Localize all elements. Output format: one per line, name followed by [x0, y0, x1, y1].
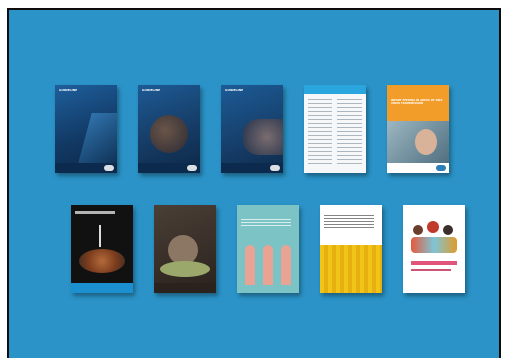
cover-9-yellow — [320, 245, 382, 293]
cover-6-title-line — [75, 211, 115, 214]
cover-6-footer — [71, 283, 133, 293]
cover-5[interactable]: INFANT FEEDING IN AREAS OF ZIKA VIRUS TR… — [387, 85, 449, 173]
cover-9[interactable] — [320, 205, 382, 293]
cover-4-col-left — [308, 99, 332, 165]
cover-1-label: GUIDELINE — [59, 88, 78, 92]
cover-5-baby — [415, 129, 437, 155]
cover-8[interactable] — [237, 205, 299, 293]
cover-10-subtitle — [411, 269, 451, 271]
cover-2[interactable]: GUIDELINE — [138, 85, 200, 173]
cover-7[interactable] — [154, 205, 216, 293]
cover-3[interactable]: GUIDELINE — [221, 85, 283, 173]
who-logo-icon — [187, 165, 197, 171]
cover-10[interactable] — [403, 205, 465, 293]
cover-grid: GUIDELINE GUIDELINE GUIDELINE INFANT FEE… — [9, 10, 499, 358]
cover-4-col-right — [337, 99, 362, 165]
cover-6-bowl — [79, 249, 125, 273]
cover-7-bowl — [160, 261, 210, 277]
cover-8-title — [241, 219, 291, 227]
cover-10-illustration — [411, 237, 457, 253]
gallery-frame: GUIDELINE GUIDELINE GUIDELINE INFANT FEE… — [7, 8, 501, 358]
cover-1-shape — [78, 113, 117, 163]
cover-6-spoon — [99, 225, 101, 247]
cover-6[interactable] — [71, 205, 133, 293]
who-logo-icon — [270, 165, 280, 171]
cover-10-person-1 — [413, 225, 423, 235]
cover-2-photo — [150, 115, 188, 153]
cover-3-label: GUIDELINE — [225, 88, 244, 92]
cover-3-photo — [243, 119, 283, 155]
cover-4[interactable] — [304, 85, 366, 173]
cover-9-title — [324, 215, 374, 229]
cover-4-header — [304, 85, 366, 94]
cover-2-label: GUIDELINE — [142, 88, 161, 92]
cover-8-figure-3 — [281, 245, 291, 285]
cover-10-person-3 — [443, 225, 453, 235]
cover-10-person-2 — [427, 221, 439, 233]
who-logo-icon — [104, 165, 114, 171]
cover-1[interactable]: GUIDELINE — [55, 85, 117, 173]
cover-8-figure-2 — [263, 245, 273, 285]
cover-5-title: INFANT FEEDING IN AREAS OF ZIKA VIRUS TR… — [391, 99, 443, 105]
who-logo-icon — [436, 165, 446, 171]
cover-7-footer — [154, 283, 216, 293]
cover-10-title — [411, 261, 457, 265]
cover-8-figure-1 — [245, 245, 255, 285]
